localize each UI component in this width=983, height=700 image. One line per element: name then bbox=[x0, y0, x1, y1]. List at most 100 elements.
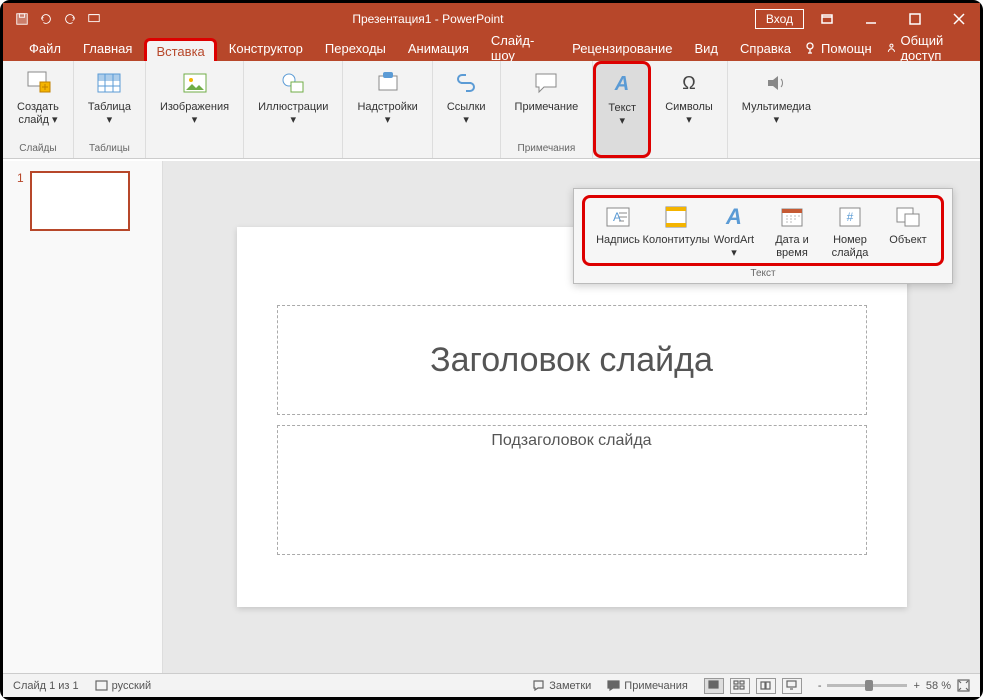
links-button[interactable]: Ссылки ▾ bbox=[441, 65, 492, 129]
group-addins: Надстройки ▾ bbox=[343, 61, 432, 158]
tab-help[interactable]: Справка bbox=[730, 37, 801, 60]
view-buttons bbox=[704, 678, 802, 694]
thumbnail-preview[interactable] bbox=[30, 171, 130, 231]
wordart-button[interactable]: A WordArt ▾ bbox=[707, 202, 761, 259]
tab-review[interactable]: Рецензирование bbox=[562, 37, 682, 60]
subtitle-placeholder[interactable]: Подзаголовок слайда bbox=[277, 425, 867, 555]
undo-icon[interactable] bbox=[39, 12, 53, 26]
textbox-label: Надпись bbox=[596, 234, 640, 247]
symbols-label: Символы ▾ bbox=[665, 101, 713, 127]
group-illustrations: Иллюстрации ▾ bbox=[244, 61, 343, 158]
status-bar: Слайд 1 из 1 русский Заметки Примечания … bbox=[3, 673, 980, 697]
zoom-controls: - + 58 % bbox=[818, 679, 970, 692]
slideshow-view-button[interactable] bbox=[782, 678, 802, 694]
ribbon-display-icon[interactable] bbox=[812, 7, 842, 31]
reading-view-button[interactable] bbox=[756, 678, 776, 694]
zoom-slider[interactable] bbox=[827, 684, 907, 687]
tab-animations[interactable]: Анимация bbox=[398, 37, 479, 60]
group-comments-label: Примечания bbox=[518, 141, 576, 156]
fit-window-icon[interactable] bbox=[957, 679, 970, 692]
comments-icon bbox=[607, 679, 620, 692]
tellme-button[interactable]: Помощн bbox=[803, 41, 872, 56]
minimize-button[interactable] bbox=[856, 7, 886, 31]
slidenumber-icon: # bbox=[836, 204, 864, 230]
redo-icon[interactable] bbox=[63, 12, 77, 26]
object-label: Объект bbox=[889, 234, 926, 247]
comments-label: Примечания bbox=[624, 680, 688, 692]
save-icon[interactable] bbox=[15, 12, 29, 26]
comments-button[interactable]: Примечания bbox=[607, 679, 688, 692]
media-label: Мультимедиа ▾ bbox=[742, 101, 811, 127]
headerfooter-button[interactable]: Колонтитулы bbox=[649, 202, 703, 259]
wordart-label: WordArt ▾ bbox=[714, 234, 754, 259]
normal-view-button[interactable] bbox=[704, 678, 724, 694]
group-media: Мультимедиа ▾ bbox=[728, 61, 825, 158]
table-label: Таблица ▾ bbox=[88, 101, 131, 127]
slide-thumbnails[interactable]: 1 bbox=[3, 161, 163, 673]
textbox-button[interactable]: AНадпись bbox=[591, 202, 645, 259]
group-comments: Примечание Примечания bbox=[501, 61, 594, 158]
signin-button[interactable]: Вход bbox=[755, 9, 804, 29]
text-button[interactable]: A Текст ▾ bbox=[598, 66, 646, 130]
title-placeholder[interactable]: Заголовок слайда bbox=[277, 305, 867, 415]
illustrations-button[interactable]: Иллюстрации ▾ bbox=[252, 65, 334, 129]
share-label: Общий доступ bbox=[900, 33, 968, 63]
addins-icon bbox=[374, 69, 402, 97]
tab-transitions[interactable]: Переходы bbox=[315, 37, 396, 60]
notes-button[interactable]: Заметки bbox=[532, 679, 591, 692]
table-button[interactable]: Таблица ▾ bbox=[82, 65, 137, 129]
window-title: Презентация1 - PowerPoint bbox=[101, 12, 755, 26]
popup-group-label: Текст bbox=[582, 266, 944, 281]
language-label: русский bbox=[112, 680, 151, 692]
zoom-level[interactable]: 58 % bbox=[926, 680, 951, 692]
images-icon bbox=[181, 69, 209, 97]
zoom-out-button[interactable]: - bbox=[818, 680, 822, 692]
datetime-button[interactable]: Дата и время bbox=[765, 202, 819, 259]
ribbon: Создать слайд ▾ Слайды Таблица ▾ Таблицы… bbox=[3, 61, 980, 159]
new-slide-icon bbox=[24, 69, 52, 97]
tab-insert[interactable]: Вставка bbox=[144, 38, 216, 62]
ribbon-tabs: Файл Главная Вставка Конструктор Переход… bbox=[3, 35, 980, 61]
object-icon bbox=[894, 204, 922, 230]
group-slides-label: Слайды bbox=[19, 141, 56, 156]
symbols-button[interactable]: ΩСимволы ▾ bbox=[659, 65, 719, 129]
share-button[interactable]: Общий доступ bbox=[886, 33, 968, 63]
language-button[interactable]: русский bbox=[95, 679, 151, 692]
shapes-icon bbox=[279, 69, 307, 97]
group-tables-label: Таблицы bbox=[89, 141, 130, 156]
text-icon: A bbox=[608, 70, 636, 98]
slidenumber-label: Номер слайда bbox=[832, 234, 869, 259]
slide-indicator[interactable]: Слайд 1 из 1 bbox=[13, 680, 79, 692]
tab-file[interactable]: Файл bbox=[19, 37, 71, 60]
group-images: Изображения ▾ bbox=[146, 61, 244, 158]
table-icon bbox=[95, 69, 123, 97]
images-label: Изображения ▾ bbox=[160, 101, 229, 127]
new-slide-label: Создать слайд ▾ bbox=[17, 101, 59, 127]
illustrations-label: Иллюстрации ▾ bbox=[258, 101, 328, 127]
media-button[interactable]: Мультимедиа ▾ bbox=[736, 65, 817, 129]
addins-button[interactable]: Надстройки ▾ bbox=[351, 65, 423, 129]
maximize-button[interactable] bbox=[900, 7, 930, 31]
comment-label: Примечание bbox=[515, 101, 579, 114]
tab-home[interactable]: Главная bbox=[73, 37, 142, 60]
svg-text:A: A bbox=[614, 73, 629, 95]
tab-view[interactable]: Вид bbox=[684, 37, 728, 60]
close-button[interactable] bbox=[944, 7, 974, 31]
object-button[interactable]: Объект bbox=[881, 202, 935, 259]
svg-text:A: A bbox=[725, 204, 742, 229]
group-tables: Таблица ▾ Таблицы bbox=[74, 61, 146, 158]
sorter-view-button[interactable] bbox=[730, 678, 750, 694]
tab-design[interactable]: Конструктор bbox=[219, 37, 313, 60]
svg-text:#: # bbox=[847, 210, 854, 224]
text-label: Текст ▾ bbox=[608, 102, 636, 128]
start-slideshow-icon[interactable] bbox=[87, 12, 101, 26]
images-button[interactable]: Изображения ▾ bbox=[154, 65, 235, 129]
new-slide-button[interactable]: Создать слайд ▾ bbox=[11, 65, 65, 129]
quick-access-toolbar bbox=[9, 12, 101, 26]
thumbnail-1[interactable]: 1 bbox=[17, 171, 148, 231]
comment-button[interactable]: Примечание bbox=[509, 65, 585, 116]
addins-label: Надстройки ▾ bbox=[357, 101, 417, 127]
slidenumber-button[interactable]: # Номер слайда bbox=[823, 202, 877, 259]
datetime-icon bbox=[778, 204, 806, 230]
zoom-in-button[interactable]: + bbox=[913, 680, 919, 692]
